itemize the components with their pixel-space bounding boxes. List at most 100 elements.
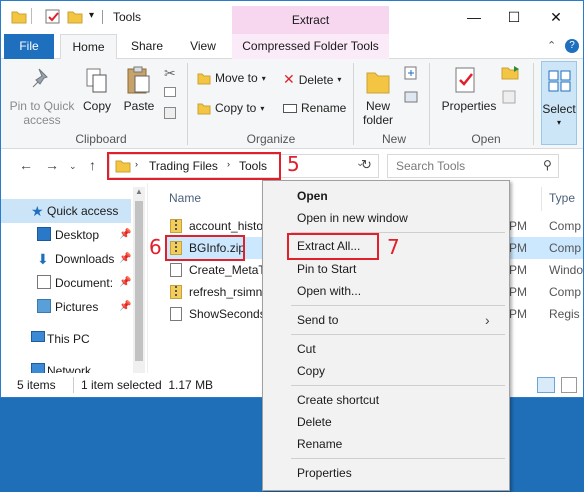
select-dropdown-icon: ▾ [556,118,561,127]
download-arrow-icon: ⬇ [37,251,49,267]
cut-icon[interactable]: ✂ [164,65,176,82]
nav-item-pictures[interactable]: Pictures 📌 [1,295,131,319]
delete-x-icon: ✕ [283,71,295,87]
new-group-label: New [381,132,406,146]
open-icon[interactable] [501,65,523,81]
select-label: Select [542,102,576,116]
collapse-ribbon-icon[interactable]: ⌃ [547,39,556,52]
pin-icon: 📌 [119,277,132,288]
pin-icon: 📌 [119,229,132,240]
column-header-type[interactable]: Type [549,191,575,205]
paste-button[interactable]: Paste [121,99,157,113]
copy-to-button[interactable]: Copy to ▾ [197,101,264,115]
document-icon [170,263,182,277]
move-folder-icon [197,73,211,85]
annotation-box-file [165,235,245,261]
details-view-icon[interactable] [537,377,555,393]
menu-item-open[interactable]: Open [263,185,509,207]
select-grid-icon [548,70,571,92]
ribbon-home: Pin to Quick access Copy Paste ✂ Clipboa… [1,59,583,149]
edit-icon[interactable] [501,89,517,105]
menu-item-open-with[interactable]: Open with... [263,280,509,302]
new-item-icon[interactable] [403,65,419,81]
copy-folder-icon [197,103,211,115]
menu-item-send-to[interactable]: Send to › [263,309,509,331]
properties-check-icon[interactable] [45,9,61,25]
menu-item-copy[interactable]: Copy [263,360,509,382]
search-icon[interactable]: ⚲ [543,158,552,172]
menu-item-create-shortcut[interactable]: Create shortcut [263,389,509,411]
nav-item-documents[interactable]: Document: 📌 [1,271,131,295]
recent-locations-icon[interactable]: ⌄ [69,161,77,172]
menu-item-delete[interactable]: Delete [263,411,509,433]
computer-icon [31,331,45,342]
annotation-number-5: 5 [287,152,300,176]
minimize-button[interactable]: — [459,7,489,29]
paste-icon [127,66,150,94]
organize-group-label: Organize [246,132,296,146]
customize-quick-access-icon[interactable]: ▾ [89,10,94,26]
navigation-pane: ★ Quick access Desktop 📌 ⬇ Downloads 📌 D… [1,183,147,373]
menu-item-cut[interactable]: Cut [263,338,509,360]
paste-shortcut-icon[interactable] [164,107,176,119]
submenu-arrow-icon: › [485,312,490,328]
properties-button[interactable]: Properties [439,99,499,113]
breadcrumb-tools[interactable]: Tools [239,159,267,173]
select-button[interactable]: Select ▾ [541,61,577,145]
menu-item-rename[interactable]: Rename [263,433,509,455]
large-icons-view-icon[interactable] [561,377,577,393]
nav-item-this-pc[interactable]: This PC [1,327,131,351]
easy-access-icon[interactable] [403,89,419,105]
menu-item-properties[interactable]: Properties [263,462,509,484]
breadcrumb-separator-icon: › [135,159,138,169]
network-icon [31,363,45,373]
menu-item-open-new-window[interactable]: Open in new window [263,207,509,229]
move-to-button[interactable]: Move to ▾ [197,71,266,85]
navigation-bar: ← → ⌄ ↑ ⌄ › Trading Files › Tools 5 ↻ Se… [1,149,583,183]
window-title: Tools [113,10,142,24]
search-input[interactable]: Search Tools [387,154,559,178]
tab-home[interactable]: Home [60,34,117,60]
ribbon-tabs: File Home Share View Compressed Folder T… [1,34,583,60]
tab-compressed-folder-tools[interactable]: Compressed Folder Tools [232,34,389,59]
forward-arrow-icon[interactable]: → [45,157,59,173]
tab-view[interactable]: View [179,34,227,59]
new-folder-button[interactable]: New folder [357,99,399,127]
column-header-name[interactable]: Name [169,191,201,205]
scroll-up-icon[interactable]: ▲ [135,187,143,196]
help-icon[interactable]: ? [565,39,579,53]
refresh-icon[interactable]: ↻ [361,157,372,173]
menu-item-pin-to-start[interactable]: Pin to Start [263,258,509,280]
back-arrow-icon[interactable]: ← [19,157,33,173]
zip-folder-icon [170,219,182,233]
tab-share[interactable]: Share [123,34,171,59]
rename-icon [283,103,297,113]
pin-to-quick-access-button[interactable]: Pin to Quick access [5,99,79,127]
new-folder-icon [366,72,390,94]
nav-item-desktop[interactable]: Desktop 📌 [1,223,131,247]
maximize-button[interactable]: ☐ [499,7,529,29]
delete-button[interactable]: ✕ Delete ▾ [283,71,341,88]
up-arrow-icon[interactable]: ↑ [89,157,96,173]
folder-icon [11,11,27,24]
zip-folder-icon [170,285,182,299]
breadcrumb-trading-files[interactable]: Trading Files [149,159,218,173]
copy-icon [86,68,107,93]
star-icon: ★ [31,203,44,219]
nav-pane-scrollbar[interactable]: ▲ [133,187,145,373]
open-group-label: Open [471,132,501,146]
rename-button[interactable]: Rename [283,101,346,115]
tab-file[interactable]: File [4,34,54,59]
new-folder-quick-icon[interactable] [67,9,83,25]
title-bar: ▾ Tools Extract — ☐ ✕ [1,1,583,34]
copy-button[interactable]: Copy [79,99,115,113]
nav-item-network[interactable]: Network [1,359,131,373]
nav-item-quick-access[interactable]: ★ Quick access [1,199,131,223]
clipboard-group-label: Clipboard [75,132,127,146]
close-button[interactable]: ✕ [541,7,571,29]
selection-info: 1 item selected 1.17 MB [81,378,214,392]
copy-path-icon[interactable] [164,87,176,97]
extract-contextual-tab: Extract [232,6,389,34]
nav-item-downloads[interactable]: ⬇ Downloads 📌 [1,247,131,271]
pin-icon: 📌 [119,253,132,264]
